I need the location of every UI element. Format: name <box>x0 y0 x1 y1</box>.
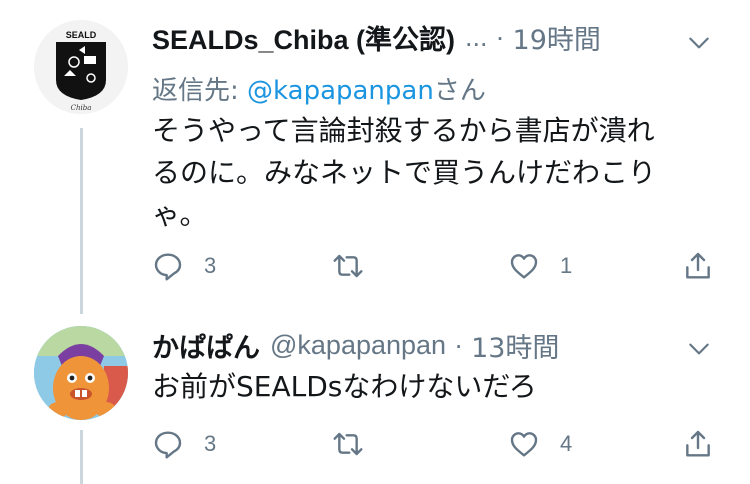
avatar-sealds-chiba[interactable]: SEALD Chiba <box>34 20 128 114</box>
reply-count: 3 <box>204 431 217 456</box>
sealds-logo-icon: SEALD Chiba <box>34 20 128 114</box>
reply-button[interactable]: 3 <box>152 428 216 460</box>
avatar-kapapanpan[interactable] <box>34 326 128 420</box>
timestamp[interactable]: 19時間 <box>513 18 601 57</box>
reply-mention-link[interactable]: @kapapanpan <box>247 76 434 106</box>
tweet-1[interactable]: SEALD Chiba SEALDs_Chiba (準公認) ... · 19時… <box>0 0 750 310</box>
chevron-down-icon[interactable] <box>686 30 712 56</box>
reply-button[interactable]: 3 <box>152 250 216 282</box>
like-count: 1 <box>560 253 573 278</box>
reply-to-line: 返信先: @kapapanpanさん <box>152 70 486 107</box>
separator-dot: · <box>495 22 505 52</box>
retweet-icon <box>333 432 363 456</box>
reply-to-suffix: さん <box>433 76 486 106</box>
tweet-2[interactable]: かぱぱん @kapapanpan · 13時間 お前がSEALDsなわけないだろ… <box>0 310 750 484</box>
reply-icon <box>154 431 182 459</box>
tweet-text: そうやって言論封殺するから書店が潰れ るのに。みなネットで買うんけだわこり ゃ。 <box>152 110 712 236</box>
like-button[interactable]: 4 <box>508 428 572 460</box>
tweet-1-header: SEALDs_Chiba (準公認) ... · 19時間 <box>152 18 720 57</box>
timestamp[interactable]: 13時間 <box>471 326 559 365</box>
tweet-text-line: ゃ。 <box>152 198 208 231</box>
tweet-text-line: お前がSEALDsなわけないだろ <box>152 370 537 403</box>
reply-count: 3 <box>204 253 217 278</box>
tweet-text-line: るのに。みなネットで買うんけだわこり <box>152 156 657 189</box>
display-name[interactable]: かぱぱん <box>152 326 260 365</box>
heart-icon <box>510 254 538 279</box>
share-button[interactable] <box>682 428 714 460</box>
handle-truncated: ... <box>465 22 488 52</box>
like-count: 4 <box>560 431 573 456</box>
tweet-text-line: そうやって言論封殺するから書店が潰れ <box>152 114 655 147</box>
username[interactable]: @kapapanpan <box>270 330 446 361</box>
share-button[interactable] <box>682 250 714 282</box>
tweet-actions: 3 1 <box>152 250 722 290</box>
tweet-2-header: かぱぱん @kapapanpan · 13時間 <box>152 326 720 365</box>
reply-icon <box>154 253 182 281</box>
tweet-actions: 3 4 <box>152 428 722 468</box>
svg-text:SEALD: SEALD <box>66 30 97 40</box>
share-icon <box>686 430 710 457</box>
retweet-icon <box>333 254 363 278</box>
retweet-button[interactable] <box>332 250 384 282</box>
svg-text:Chiba: Chiba <box>71 104 92 112</box>
heart-icon <box>510 432 538 457</box>
like-button[interactable]: 1 <box>508 250 572 282</box>
share-icon <box>686 252 710 279</box>
reply-to-prefix: 返信先: <box>152 76 248 106</box>
retweet-button[interactable] <box>332 428 384 460</box>
separator-dot: · <box>454 330 464 360</box>
display-name[interactable]: SEALDs_Chiba (準公認) <box>152 18 455 57</box>
character-avatar-icon <box>34 326 128 420</box>
chevron-down-icon[interactable] <box>686 336 712 362</box>
tweet-text: お前がSEALDsなわけないだろ <box>152 366 712 408</box>
